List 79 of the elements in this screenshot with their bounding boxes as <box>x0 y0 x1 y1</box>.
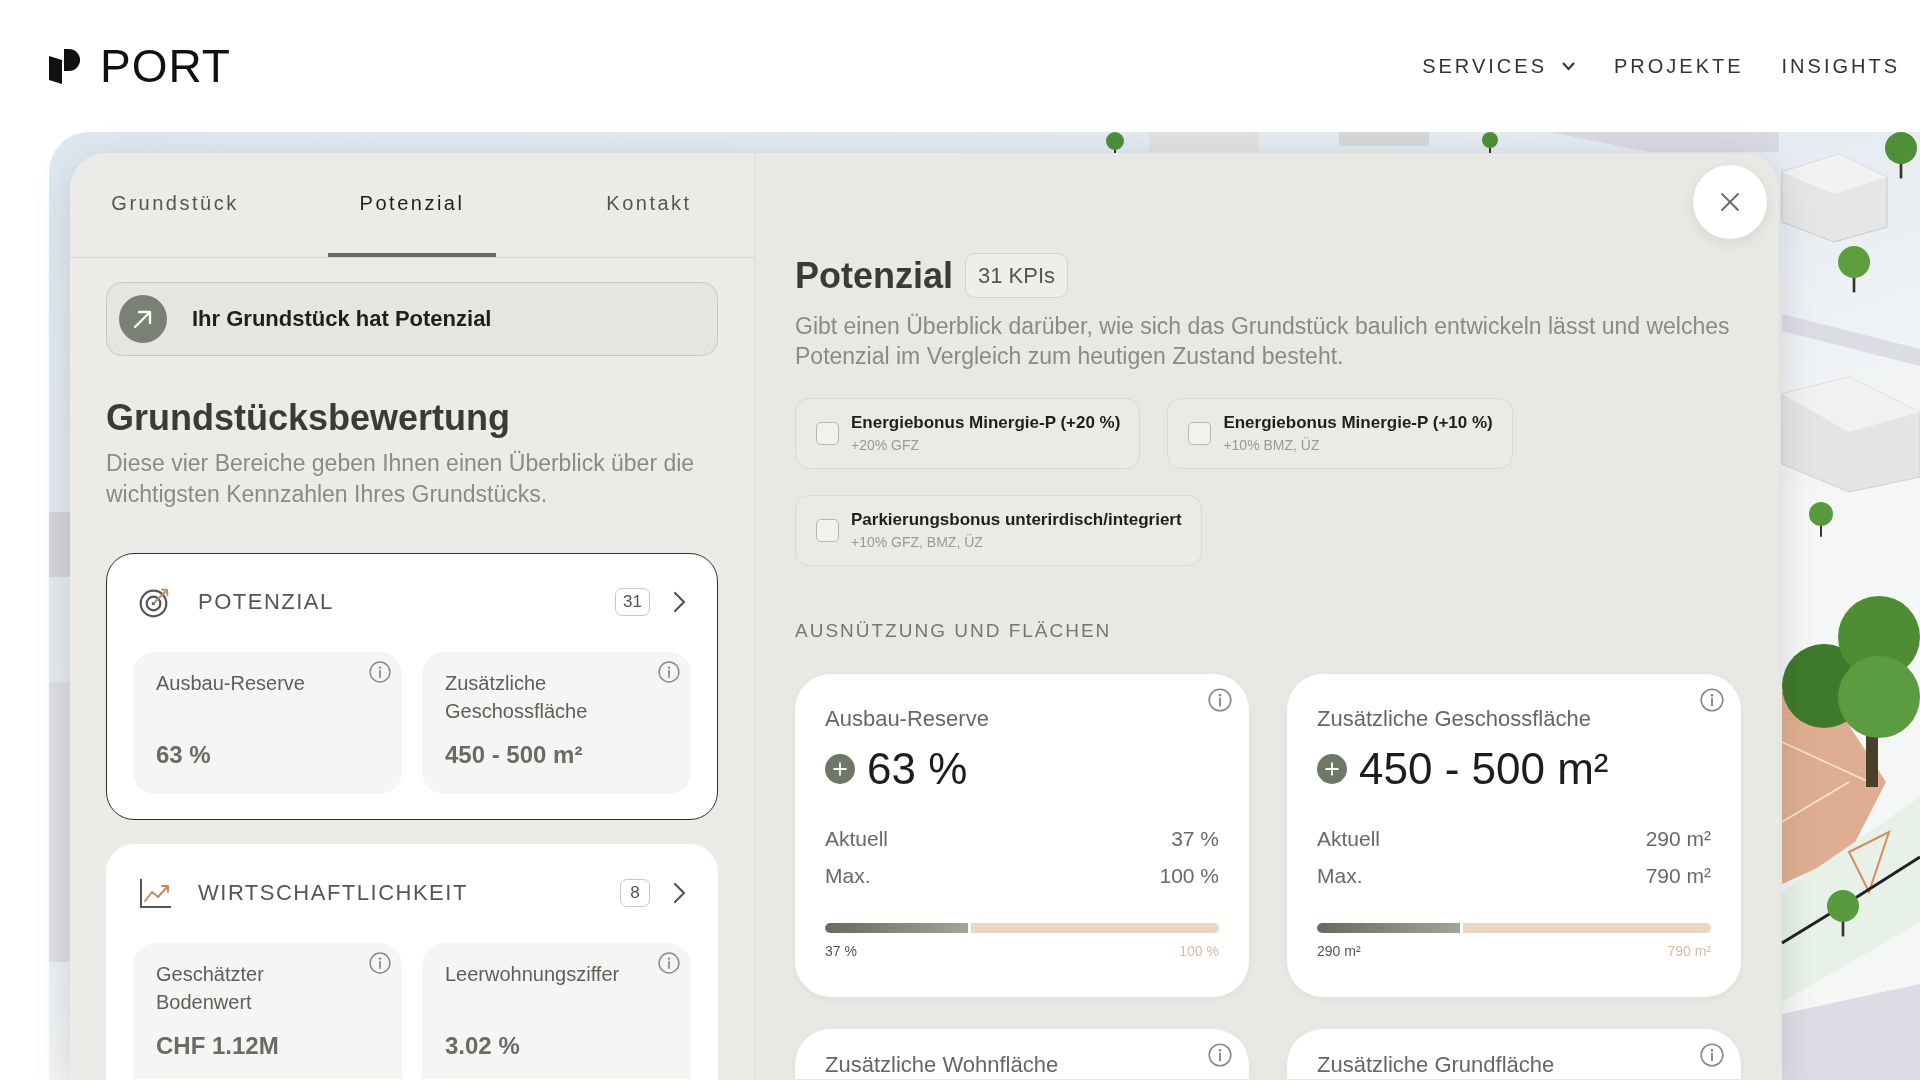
line-chart-icon <box>139 877 171 909</box>
kpi-value: 63 % <box>867 743 968 795</box>
nav-link[interactable]: PROJEKTE <box>1613 54 1744 78</box>
checkbox[interactable] <box>816 519 839 542</box>
row-value: 37 % <box>1171 826 1219 852</box>
row-label: Aktuell <box>825 826 889 852</box>
chevron-right-icon[interactable] <box>672 881 687 905</box>
count-badge: 31 <box>615 588 650 616</box>
category-title: POTENZIAL <box>198 588 334 616</box>
info-icon[interactable] <box>1208 688 1232 712</box>
tree-drawing <box>1809 502 1833 538</box>
info-icon[interactable] <box>369 661 391 683</box>
metric-label: Leerwohnungsziffer <box>445 962 621 987</box>
bonus-title: Energiebonus Minergie-P (+20 %) <box>851 413 1121 433</box>
home-logo-link[interactable]: PORT <box>49 43 231 89</box>
metric-value: 63 % <box>156 740 212 770</box>
nav-link[interactable]: INSIGHTS <box>1781 54 1900 78</box>
tree-drawing <box>1827 890 1859 937</box>
bonus-subtitle: +10% BMZ, ÜZ <box>1223 436 1321 454</box>
section-label: AUSNÜTZUNG UND FLÄCHEN <box>795 619 1113 643</box>
info-icon[interactable] <box>1700 1043 1724 1067</box>
bar-start-label: 37 % <box>825 942 857 960</box>
info-icon[interactable] <box>1700 688 1724 712</box>
plus-icon <box>825 754 855 784</box>
kpi-title: Zusätzliche Wohnfläche <box>825 1053 1060 1077</box>
bonus-title: Energiebonus Minergie-P (+10 %) <box>1223 413 1493 433</box>
metric-value: 3.02 % <box>445 1031 521 1061</box>
bar-start-label: 290 m² <box>1317 942 1361 960</box>
row-value: 290 m² <box>1645 826 1711 852</box>
category-title: WIRTSCHAFTLICHKEIT <box>198 879 468 907</box>
bonus-title: Parkierungsbonus unterirdisch/integriert <box>851 510 1182 530</box>
row-label: Aktuell <box>1317 826 1381 852</box>
detail-description: Gibt einen Überblick darüber, wie sich das Grundstück baulich entwickeln lässt und welches Potenzial im Vergleich zum heutigen Zustand besteht. <box>795 312 1731 371</box>
kpi-title: Ausbau-Reserve <box>825 705 990 733</box>
info-icon[interactable] <box>369 952 391 974</box>
target-icon <box>139 586 171 618</box>
building-drawing <box>49 512 70 577</box>
section-heading: Grundstücksbewertung <box>106 396 512 440</box>
bonus-subtitle: +20% GFZ <box>851 436 921 454</box>
logo-icon <box>49 48 82 84</box>
section-description: Diese vier Bereiche geben Ihnen einen Überblick über die wichtigsten Kennzahlen Ihres Grundstücks. <box>106 449 696 509</box>
bar-end-label: 790 m² <box>1667 942 1711 960</box>
kpi-title: Zusätzliche Geschossfläche <box>1317 705 1592 733</box>
bar-end-label: 100 % <box>1179 942 1219 960</box>
kpi-count-badge: 31 KPIs <box>965 253 1069 298</box>
tab[interactable]: Kontakt <box>565 153 733 257</box>
metric-value: 450 - 500 m² <box>445 740 584 770</box>
tree-drawing <box>1885 132 1917 179</box>
metric-value: CHF 1.12M <box>156 1031 280 1061</box>
row-value: 790 m² <box>1645 863 1711 889</box>
row-label: Max. <box>825 863 871 889</box>
checkbox[interactable] <box>1188 422 1212 445</box>
count-badge: 8 <box>620 879 650 907</box>
nav-link[interactable]: SERVICES <box>1422 54 1576 78</box>
bonus-subtitle: +10% GFZ, BMZ, ÜZ <box>851 533 984 551</box>
bonus-option[interactable]: Energiebonus Minergie-P (+20 %) +20% GFZ <box>795 398 1141 469</box>
bonus-option[interactable]: Parkierungsbonus unterirdisch/integriert +10% GFZ, BMZ, ÜZ <box>795 495 1202 566</box>
info-icon[interactable] <box>658 661 680 683</box>
info-icon[interactable] <box>658 952 680 974</box>
tree-drawing <box>1838 246 1870 293</box>
tab[interactable]: Potenzial <box>328 153 496 257</box>
kpi-value: 450 - 500 m² <box>1359 743 1609 795</box>
info-icon[interactable] <box>1208 1043 1232 1067</box>
category-card[interactable]: WIRTSCHAFTLICHKEIT 8 Geschätzter Bodenwert CHF 1.12M Leerwohnungsziffer 3.02 % <box>106 844 718 1080</box>
metric-label: Zusätzliche Geschossfläche <box>445 671 589 724</box>
row-label: Max. <box>1317 863 1363 889</box>
detail-title: Potenzial <box>795 254 954 298</box>
bonus-option[interactable]: Energiebonus Minergie-P (+10 %) +10% BMZ, ÜZ <box>1167 398 1513 469</box>
category-card[interactable]: POTENZIAL 31 Ausbau-Reserve 63 % Zusätzliche Geschossfläche 450 - 500 m² <box>106 553 718 820</box>
metric-label: Geschätzter Bodenwert <box>156 962 265 1015</box>
chevron-right-icon[interactable] <box>672 590 687 614</box>
banner-text: Ihr Grundstück hat Potenzial <box>192 305 492 333</box>
checkbox[interactable] <box>816 422 839 445</box>
plus-icon <box>1317 754 1347 784</box>
row-value: 100 % <box>1159 863 1219 889</box>
tab[interactable]: Grundstück <box>91 153 259 257</box>
metric-label: Ausbau-Reserve <box>156 671 306 696</box>
close-icon <box>1720 192 1740 212</box>
kpi-title: Zusätzliche Grundfläche <box>1317 1053 1556 1077</box>
